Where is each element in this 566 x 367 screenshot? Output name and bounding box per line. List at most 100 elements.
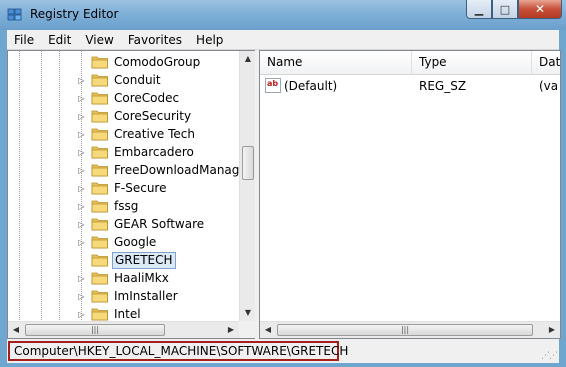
tree-item-label: Embarcadero bbox=[114, 144, 194, 159]
close-icon: ✕ bbox=[534, 2, 546, 16]
registry-editor-icon bbox=[7, 8, 22, 21]
list-row[interactable]: ab (Default) REG_SZ (va bbox=[260, 77, 560, 95]
tree-item[interactable]: ▷ Embarcadero bbox=[77, 143, 196, 161]
maximize-button[interactable]: □ bbox=[492, 0, 518, 19]
column-header-type[interactable]: Type bbox=[412, 51, 532, 74]
menu-file[interactable]: File bbox=[7, 30, 41, 50]
folder-icon bbox=[91, 236, 108, 249]
tree-item-label: CoreCodec bbox=[114, 90, 180, 105]
expand-arrow-icon[interactable]: ▷ bbox=[77, 220, 86, 229]
list-scroll-left-arrow-icon[interactable]: ◀ bbox=[263, 325, 273, 335]
list-horizontal-scroll-thumb[interactable]: ||| bbox=[277, 324, 533, 336]
folder-icon bbox=[91, 254, 108, 267]
folder-icon bbox=[91, 128, 108, 141]
expand-arrow-icon[interactable]: ▷ bbox=[77, 130, 86, 139]
folder-icon bbox=[91, 146, 108, 159]
resize-grip-icon[interactable]: ⋰⋰ bbox=[541, 351, 558, 361]
menu-view[interactable]: View bbox=[78, 30, 120, 50]
tree-item[interactable]: ▷ fssg bbox=[77, 197, 140, 215]
folder-icon bbox=[91, 74, 108, 87]
scroll-up-arrow-icon[interactable]: ▲ bbox=[243, 54, 253, 64]
scroll-right-arrow-icon[interactable]: ▶ bbox=[226, 325, 236, 335]
client-area: ComodoGroup ▷ Conduit ▷ CoreCodec ▷ CoreSecuri… bbox=[7, 50, 561, 339]
title-bar[interactable]: Registry Editor ▁ □ ✕ bbox=[0, 0, 566, 30]
tree-vertical-scroll-thumb[interactable] bbox=[242, 146, 254, 180]
folder-icon bbox=[91, 218, 108, 231]
tree-item[interactable]: GRETECH bbox=[77, 251, 176, 269]
column-header-name[interactable]: Name bbox=[260, 51, 412, 74]
tree-item[interactable]: ▷ Google bbox=[77, 233, 158, 251]
minimize-button[interactable]: ▁ bbox=[466, 0, 492, 19]
tree-item-label: Conduit bbox=[114, 72, 161, 87]
tree-item-label: ImInstaller bbox=[114, 288, 178, 303]
tree-item-label: Creative Tech bbox=[114, 126, 195, 141]
menu-edit[interactable]: Edit bbox=[41, 30, 78, 50]
expand-arrow-icon[interactable]: ▷ bbox=[77, 310, 86, 319]
tree-item-label: Google bbox=[114, 234, 157, 249]
folder-icon bbox=[91, 290, 108, 303]
list-header: Name Type Dat bbox=[260, 51, 560, 75]
tree-horizontal-scroll-thumb[interactable]: ||| bbox=[25, 324, 165, 336]
caption-buttons: ▁ □ ✕ bbox=[466, 0, 562, 20]
scrollbar-corner bbox=[239, 321, 256, 338]
tree-item[interactable]: ▷ GEAR Software bbox=[77, 215, 206, 233]
tree-item-label: GRETECH bbox=[112, 251, 176, 269]
tree-item-label: HaaliMkx bbox=[114, 270, 169, 285]
tree-item-label: fssg bbox=[114, 198, 139, 213]
tree-item[interactable]: ▷ FreeDownloadManager. bbox=[77, 161, 256, 179]
list-scroll-right-arrow-icon[interactable]: ▶ bbox=[547, 325, 557, 335]
expand-arrow-icon[interactable]: ▷ bbox=[77, 238, 86, 247]
tree-item[interactable]: ▷ ImInstaller bbox=[77, 287, 180, 305]
expand-arrow-icon[interactable]: ▷ bbox=[77, 166, 86, 175]
expand-arrow-icon[interactable]: ▷ bbox=[77, 292, 86, 301]
menu-help[interactable]: Help bbox=[189, 30, 230, 50]
value-name: (Default) bbox=[284, 79, 338, 93]
tree-item-label: FreeDownloadManager. bbox=[114, 162, 255, 177]
status-bar: Computer\HKEY_LOCAL_MACHINE\SOFTWARE\GRE… bbox=[7, 339, 559, 363]
tree-item[interactable]: ▷ CoreCodec bbox=[77, 89, 181, 107]
tree-item-label: GEAR Software bbox=[114, 216, 205, 231]
menu-favorites[interactable]: Favorites bbox=[121, 30, 189, 50]
expand-arrow-icon[interactable]: ▷ bbox=[77, 148, 86, 157]
expand-arrow-icon[interactable]: ▷ bbox=[77, 184, 86, 193]
tree-item[interactable]: ComodoGroup bbox=[77, 53, 202, 71]
window-title: Registry Editor bbox=[30, 7, 119, 21]
folder-icon bbox=[91, 92, 108, 105]
folder-icon bbox=[91, 182, 108, 195]
maximize-icon: □ bbox=[499, 2, 511, 16]
scroll-down-arrow-icon[interactable]: ▼ bbox=[243, 308, 253, 318]
value-type: REG_SZ bbox=[419, 79, 467, 93]
tree-item[interactable]: ▷ Creative Tech bbox=[77, 125, 197, 143]
tree-item[interactable]: ▷ CoreSecurity bbox=[77, 107, 193, 125]
expand-arrow-icon[interactable]: ▷ bbox=[77, 202, 86, 211]
tree-vertical-scrollbar[interactable]: ▲ ▼ bbox=[239, 51, 256, 321]
tree-item[interactable]: ▷ Conduit bbox=[77, 71, 163, 89]
key-tree-pane[interactable]: ComodoGroup ▷ Conduit ▷ CoreCodec ▷ CoreSecuri… bbox=[7, 50, 257, 339]
expand-arrow-icon[interactable]: ▷ bbox=[77, 112, 86, 121]
string-value-icon: ab bbox=[265, 78, 281, 93]
expand-arrow-icon[interactable]: ▷ bbox=[77, 94, 86, 103]
folder-icon bbox=[91, 308, 108, 321]
folder-icon bbox=[91, 164, 108, 177]
expand-arrow-icon[interactable]: ▷ bbox=[77, 274, 86, 283]
scroll-left-arrow-icon[interactable]: ◀ bbox=[11, 325, 21, 335]
folder-icon bbox=[91, 110, 108, 123]
tree-item-label: CoreSecurity bbox=[114, 108, 192, 123]
registry-editor-window: Registry Editor ▁ □ ✕ File Edit View Fav… bbox=[0, 0, 566, 367]
list-horizontal-scrollbar[interactable]: ◀ ||| ▶ bbox=[260, 321, 560, 338]
folder-icon bbox=[91, 200, 108, 213]
value-data: (va bbox=[539, 79, 559, 93]
column-header-data[interactable]: Dat bbox=[532, 51, 560, 74]
tree-item-label: Intel bbox=[114, 306, 141, 321]
tree-item[interactable]: ▷ HaaliMkx bbox=[77, 269, 171, 287]
tree-item[interactable]: ▷ F-Secure bbox=[77, 179, 169, 197]
values-list-pane[interactable]: Name Type Dat ab (Default) REG_SZ (va ◀ … bbox=[259, 50, 561, 339]
folder-icon bbox=[91, 56, 108, 69]
tree-horizontal-scrollbar[interactable]: ◀ ||| ▶ bbox=[8, 321, 239, 338]
tree-item-label: ComodoGroup bbox=[114, 54, 201, 69]
expand-arrow-icon[interactable]: ▷ bbox=[77, 76, 86, 85]
close-button[interactable]: ✕ bbox=[518, 0, 562, 19]
menu-bar: File Edit View Favorites Help bbox=[7, 30, 559, 50]
